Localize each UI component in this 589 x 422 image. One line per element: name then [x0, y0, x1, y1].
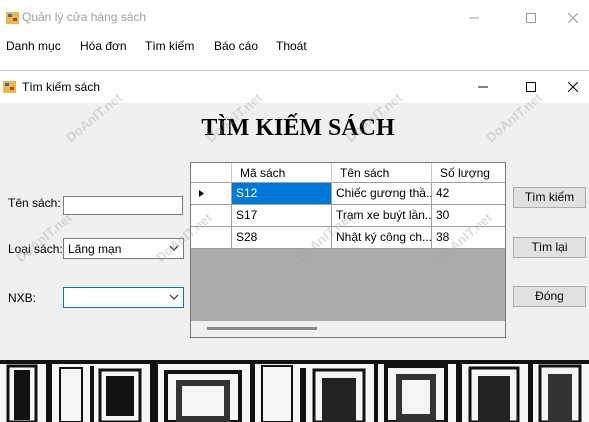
- close-icon: [567, 82, 578, 92]
- mdi-strip: [0, 58, 589, 70]
- column-header-ma-sach[interactable]: Mã sách: [232, 163, 332, 183]
- menubar: Danh mục Hóa đơn Tìm kiếm Báo cáo Thoát: [0, 36, 589, 58]
- maximize-icon: [526, 13, 536, 23]
- menu-tim-kiem[interactable]: Tìm kiếm: [145, 39, 194, 53]
- menu-hoa-don[interactable]: Hóa đơn: [80, 39, 127, 53]
- cell-so-luong[interactable]: 42: [432, 183, 505, 204]
- grid-corner-header: [191, 163, 232, 183]
- child-close-button[interactable]: [556, 71, 589, 103]
- current-row-icon: [199, 190, 204, 197]
- row-header[interactable]: [191, 183, 232, 204]
- scrollbar-thumb[interactable]: [207, 327, 317, 330]
- tim-lai-button[interactable]: Tìm lại: [513, 237, 586, 258]
- ten-sach-label: Tên sách:: [8, 196, 61, 210]
- menu-danh-muc[interactable]: Danh mục: [6, 39, 61, 53]
- background-image: [0, 360, 589, 422]
- main-window-title: Quản lý cửa hàng sách: [22, 10, 147, 24]
- column-header-so-luong[interactable]: Số lượng: [432, 163, 505, 183]
- tim-kiem-button[interactable]: Tìm kiếm: [513, 187, 586, 208]
- column-header-ten-sach[interactable]: Tên sách: [332, 163, 432, 183]
- child-window-title: Tìm kiếm sách: [22, 80, 101, 94]
- close-button[interactable]: [556, 0, 589, 36]
- horizontal-scrollbar[interactable]: [191, 321, 505, 337]
- dong-button[interactable]: Đóng: [513, 286, 586, 307]
- sketch-image: [0, 360, 589, 422]
- form-icon: [3, 81, 16, 93]
- table-row[interactable]: S12 Chiếc gương thầ... 42: [191, 183, 505, 205]
- chevron-down-icon: [169, 294, 179, 300]
- nxb-combobox[interactable]: [63, 287, 184, 308]
- ten-sach-input[interactable]: [63, 196, 183, 215]
- minimize-button[interactable]: [451, 0, 497, 36]
- child-minimize-button[interactable]: [460, 71, 506, 103]
- minimize-icon: [469, 17, 479, 19]
- loai-sach-value: Lãng mạn: [68, 242, 122, 256]
- close-icon: [567, 13, 578, 23]
- grid-header: Mã sách Tên sách Số lượng: [191, 163, 505, 183]
- maximize-button[interactable]: [508, 0, 554, 36]
- cell-ma-sach[interactable]: S17: [232, 205, 332, 226]
- app-icon: [6, 12, 19, 24]
- minimize-icon: [478, 86, 488, 88]
- main-window: Quản lý cửa hàng sách Danh mục Hóa đơn T…: [0, 0, 589, 361]
- cell-ten-sach[interactable]: Chiếc gương thầ...: [332, 183, 432, 204]
- cell-ten-sach[interactable]: Nhật ký công ch...: [332, 227, 432, 248]
- main-titlebar: Quản lý cửa hàng sách: [0, 0, 589, 36]
- menu-thoat[interactable]: Thoát: [276, 39, 307, 53]
- child-titlebar: Tìm kiếm sách: [0, 71, 589, 103]
- menu-bao-cao[interactable]: Báo cáo: [214, 39, 258, 53]
- cell-ma-sach[interactable]: S12: [232, 183, 332, 204]
- nxb-label: NXB:: [8, 291, 37, 305]
